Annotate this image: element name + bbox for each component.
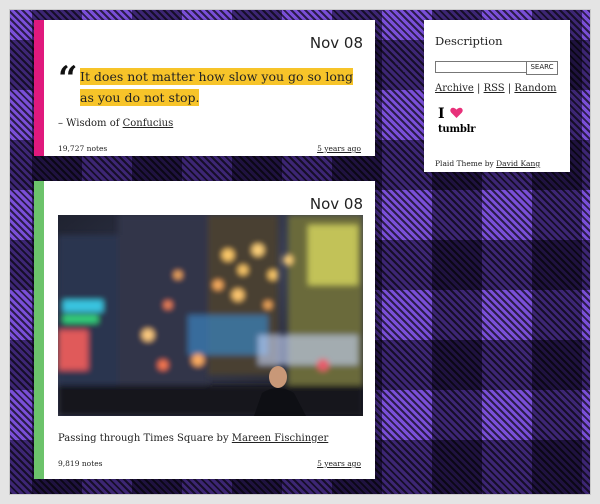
photo-post: Nov 08 Passing through Times Square by M… bbox=[34, 181, 375, 479]
badge-tumblr-word: tumblr bbox=[438, 124, 476, 135]
quote-post-notes[interactable]: 19,727 notes bbox=[58, 144, 107, 153]
quote-source-link[interactable]: Confucius bbox=[123, 118, 174, 129]
times-square-photo bbox=[58, 215, 363, 416]
quote-mark-icon: “ bbox=[58, 59, 78, 99]
random-link[interactable]: Random bbox=[514, 83, 556, 94]
theme-author-link[interactable]: David Kang bbox=[496, 159, 540, 168]
sidebar-nav: Archive | RSS | Random bbox=[435, 83, 556, 94]
badge-i: I bbox=[438, 106, 445, 122]
search-button[interactable]: SEARC bbox=[526, 61, 558, 75]
photo-caption-prefix: Passing through Times Square by bbox=[58, 433, 232, 444]
quote-post-date: Nov 08 bbox=[309, 34, 363, 52]
quote-text: It does not matter how slow you go so lo… bbox=[80, 68, 353, 106]
photo-post-permalink[interactable]: 5 years ago bbox=[317, 459, 361, 468]
quote-post-accent-bar bbox=[34, 20, 44, 156]
theme-credit-prefix: Plaid Theme by bbox=[435, 159, 497, 168]
page-frame: Nov 08 “ It does not matter how slow you… bbox=[10, 10, 590, 494]
blog-description: Description bbox=[435, 34, 503, 48]
nav-separator: | bbox=[477, 83, 481, 94]
photo-post-notes[interactable]: 9,819 notes bbox=[58, 459, 103, 468]
theme-credit: Plaid Theme by David Kang bbox=[435, 159, 540, 168]
photo-post-date: Nov 08 bbox=[309, 195, 363, 213]
rss-link[interactable]: RSS bbox=[484, 83, 505, 94]
quote-post-permalink[interactable]: 5 years ago bbox=[317, 144, 361, 153]
archive-link[interactable]: Archive bbox=[435, 83, 474, 94]
search-input[interactable] bbox=[435, 61, 528, 73]
quote-source: – Wisdom of Confucius bbox=[58, 118, 173, 129]
quote-post: Nov 08 “ It does not matter how slow you… bbox=[34, 20, 375, 156]
photo-image[interactable] bbox=[58, 215, 363, 416]
heart-icon bbox=[450, 107, 463, 118]
nav-separator: | bbox=[507, 83, 512, 94]
i-heart-tumblr-badge[interactable]: I tumblr bbox=[438, 106, 478, 142]
sidebar: Description SEARC Archive | RSS | Random… bbox=[424, 20, 570, 172]
photo-post-accent-bar bbox=[34, 181, 44, 479]
photo-caption: Passing through Times Square by Mareen F… bbox=[58, 433, 328, 444]
quote-source-prefix: – Wisdom of bbox=[58, 118, 123, 129]
photo-caption-link[interactable]: Mareen Fischinger bbox=[232, 433, 328, 444]
